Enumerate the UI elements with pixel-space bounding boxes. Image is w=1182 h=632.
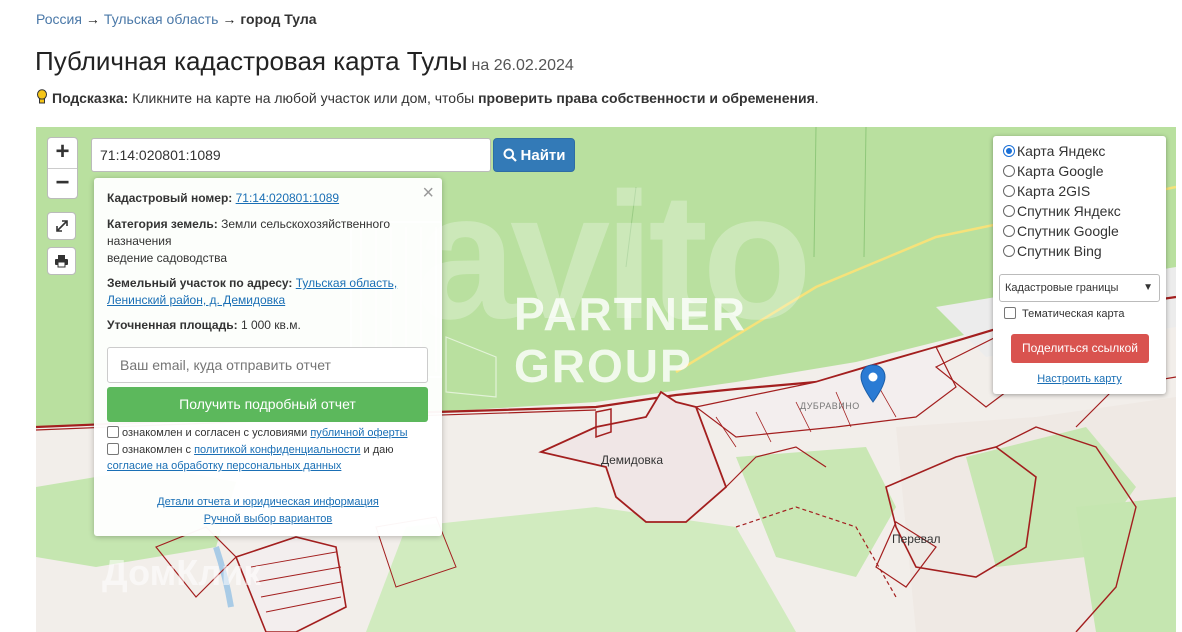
area-value: 1 000 кв.м. [240, 318, 301, 332]
page-title: Публичная кадастровая карта Тулы на 26.02… [35, 46, 574, 77]
watermark-domclick: ДомКлик [102, 552, 262, 593]
overlay-select-value: Кадастровые границы [1005, 282, 1119, 294]
radio-icon[interactable] [1003, 185, 1015, 197]
offer-agreement-checkbox[interactable] [107, 426, 119, 438]
address-label: Земельный участок по адресу: [107, 276, 293, 290]
radio-icon[interactable] [1003, 205, 1015, 217]
configure-map-link[interactable]: Настроить карту [1037, 373, 1122, 385]
privacy-text: ознакомлен с [122, 444, 192, 456]
radio-icon[interactable] [1003, 225, 1015, 237]
hint-bold: проверить права собственности и обремене… [478, 90, 815, 106]
privacy-and-text: и даю [363, 444, 394, 456]
search-icon [503, 148, 517, 162]
breadcrumb-separator: → [222, 11, 237, 27]
breadcrumb-link-russia[interactable]: Россия [36, 11, 82, 27]
zoom-in-button[interactable]: + [48, 138, 77, 168]
search-button[interactable]: Найти [493, 138, 575, 172]
layer-option-label: Карта Google [1017, 163, 1104, 179]
hint-label: Подсказка: [52, 90, 129, 106]
map-pin-icon[interactable] [860, 364, 886, 404]
cadastral-number-row: Кадастровый номер: 71:14:020801:1089 [107, 190, 430, 207]
privacy-checkbox-row: ознакомлен с политикой конфиденциальност… [107, 442, 394, 474]
hint-end: . [814, 90, 819, 106]
area-label: Уточненная площадь: [107, 318, 238, 332]
place-label-demidovka: Демидовка [601, 453, 663, 467]
layer-option-yandex-map[interactable]: Карта Яндекс [1003, 141, 1105, 161]
report-details-link[interactable]: Детали отчета и юридическая информация [157, 496, 379, 508]
thematic-map-checkbox[interactable] [1004, 307, 1016, 319]
details-link-row: Детали отчета и юридическая информация [94, 496, 442, 508]
privacy-policy-link[interactable]: политикой конфиденциальности [194, 444, 360, 456]
hint-text: Кликните на карте на любой участок или д… [132, 90, 475, 106]
share-link-button[interactable]: Поделиться ссылкой [1011, 334, 1149, 363]
overlay-select[interactable]: Кадастровые границы ▼ [999, 274, 1160, 302]
cadastral-map[interactable]: avito PARTNER GROUP ДомКлик Демидовка ДУ… [36, 127, 1176, 632]
layer-option-label: Спутник Яндекс [1017, 203, 1121, 219]
page-date: на 26.02.2024 [471, 57, 574, 74]
map-layers-panel: Карта Яндекс Карта Google Карта 2GIS Спу… [993, 136, 1166, 394]
radio-icon[interactable] [1003, 245, 1015, 257]
place-label-dubravino: ДУБРАВИНО [800, 401, 860, 411]
personal-data-consent-link[interactable]: согласие на обработку персональных данны… [107, 460, 341, 472]
configure-map-row: Настроить карту [993, 373, 1166, 385]
email-field[interactable] [107, 347, 428, 383]
watermark-group: GROUP [514, 340, 693, 392]
breadcrumb-separator: → [85, 11, 100, 27]
layer-option-bing-satellite[interactable]: Спутник Bing [1003, 241, 1102, 261]
layer-option-label: Карта Яндекс [1017, 143, 1106, 159]
layer-option-label: Карта 2GIS [1017, 183, 1091, 199]
breadcrumb-link-tula-region[interactable]: Тульская область [104, 11, 218, 27]
zoom-out-button[interactable]: − [48, 168, 77, 198]
address-link-district[interactable]: Ленинский район, д. Демидовка [107, 293, 285, 307]
radio-icon[interactable] [1003, 145, 1015, 157]
radio-icon[interactable] [1003, 165, 1015, 177]
expand-icon [55, 220, 68, 232]
watermark-partner: PARTNER [514, 288, 747, 340]
lightbulb-icon [37, 89, 47, 104]
printer-icon [55, 255, 68, 268]
layer-option-label: Спутник Bing [1017, 243, 1102, 259]
layer-option-label: Спутник Google [1017, 223, 1119, 239]
cadastral-number-link[interactable]: 71:14:020801:1089 [236, 191, 339, 205]
chevron-down-icon: ▼ [1143, 282, 1153, 293]
land-category-row: Категория земель: Земли сельскохозяйстве… [107, 216, 430, 267]
privacy-checkbox[interactable] [107, 443, 119, 455]
thematic-map-checkbox-row[interactable]: Тематическая карта [1004, 306, 1124, 322]
public-offer-link[interactable]: публичной оферты [310, 427, 407, 439]
breadcrumb-current: город Тула [240, 11, 317, 27]
print-button[interactable] [47, 247, 76, 275]
search-button-label: Найти [520, 146, 566, 164]
zoom-control: + − [47, 137, 78, 199]
cadastral-number-label: Кадастровый номер: [107, 191, 233, 205]
place-label-pereval: Перевал [892, 532, 941, 546]
thematic-map-label: Тематическая карта [1022, 308, 1125, 320]
address-row: Земельный участок по адресу: Тульская об… [107, 275, 430, 309]
layer-option-yandex-satellite[interactable]: Спутник Яндекс [1003, 201, 1121, 221]
manual-selection-link[interactable]: Ручной выбор вариантов [204, 513, 332, 525]
manual-link-row: Ручной выбор вариантов [94, 513, 442, 525]
offer-agreement-text: ознакомлен и согласен с условиями [122, 427, 308, 439]
land-usage-value: ведение садоводства [107, 251, 228, 265]
layer-option-google-map[interactable]: Карта Google [1003, 161, 1104, 181]
hint: Подсказка: Кликните на карте на любой уч… [36, 89, 819, 106]
breadcrumb: Россия → Тульская область → город Тула [36, 11, 317, 27]
page-title-text: Публичная кадастровая карта Тулы [35, 46, 468, 76]
area-row: Уточненная площадь: 1 000 кв.м. [107, 317, 430, 334]
get-report-button[interactable]: Получить подробный отчет [107, 387, 428, 422]
offer-agreement-checkbox-row: ознакомлен и согласен с условиями публич… [107, 425, 408, 441]
layer-option-2gis-map[interactable]: Карта 2GIS [1003, 181, 1090, 201]
address-link-region[interactable]: Тульская область, [296, 276, 397, 290]
cadastral-search-input[interactable] [91, 138, 491, 172]
parcel-info-popup: × Кадастровый номер: 71:14:020801:1089 К… [94, 178, 442, 536]
fullscreen-button[interactable] [47, 212, 76, 240]
land-category-label: Категория земель: [107, 217, 218, 231]
layer-option-google-satellite[interactable]: Спутник Google [1003, 221, 1119, 241]
